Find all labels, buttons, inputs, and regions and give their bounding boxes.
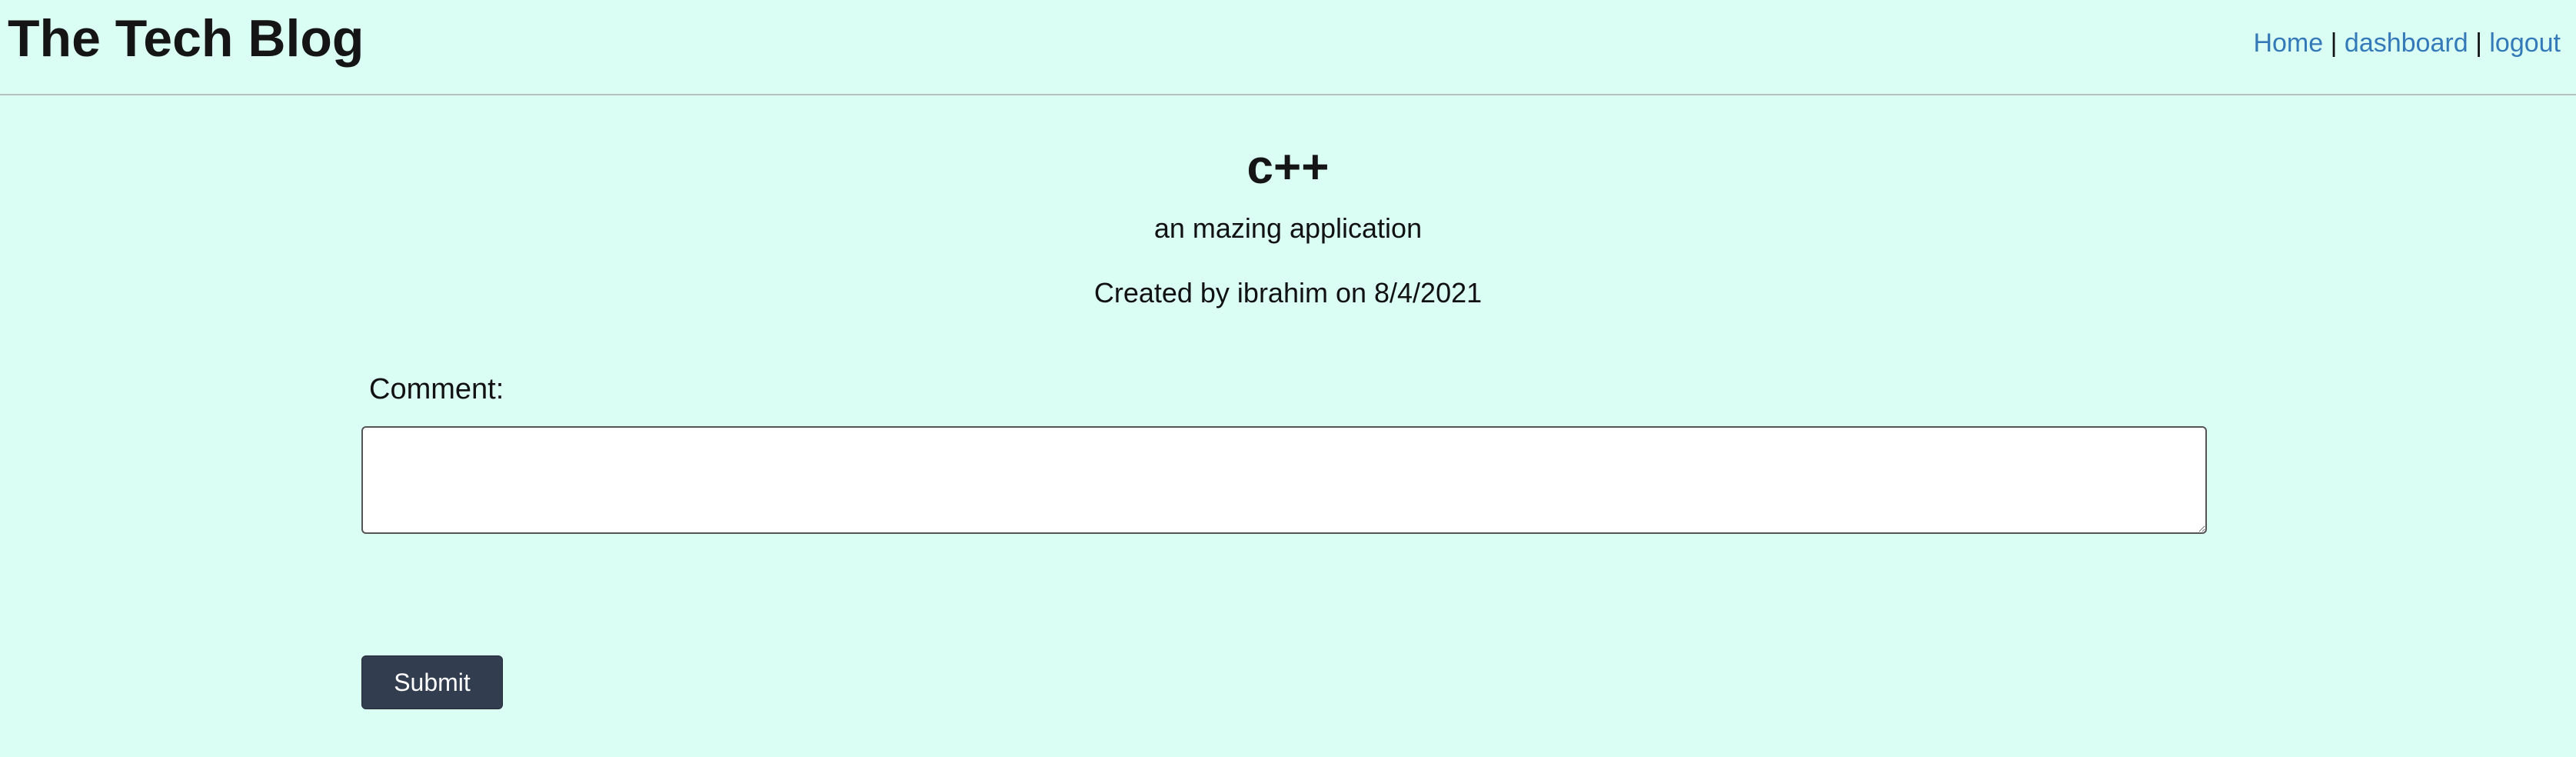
main-content: c++ an mazing application Created by ibr… [0, 95, 2576, 757]
main-nav: Home | dashboard | logout [2253, 26, 2561, 60]
comment-form: Comment: Submit [361, 371, 2207, 717]
nav-home-link[interactable]: Home [2253, 28, 2323, 58]
nav-logout-link[interactable]: logout [2489, 28, 2561, 58]
submit-button[interactable]: Submit [361, 655, 503, 709]
nav-dashboard-link[interactable]: dashboard [2345, 28, 2468, 58]
site-header: The Tech Blog Home | dashboard | logout [0, 0, 2576, 95]
comment-label: Comment: [369, 373, 504, 405]
post-title: c++ [1246, 141, 1330, 194]
nav-separator: | [2330, 28, 2338, 58]
site-title: The Tech Blog [8, 9, 364, 68]
nav-separator: | [2475, 28, 2482, 58]
post-body: an mazing application [1153, 212, 1423, 244]
page: The Tech Blog Home | dashboard | logout … [0, 0, 2576, 757]
post-meta: Created by ibrahim on 8/4/2021 [1093, 277, 1483, 308]
comment-input[interactable] [361, 426, 2207, 534]
